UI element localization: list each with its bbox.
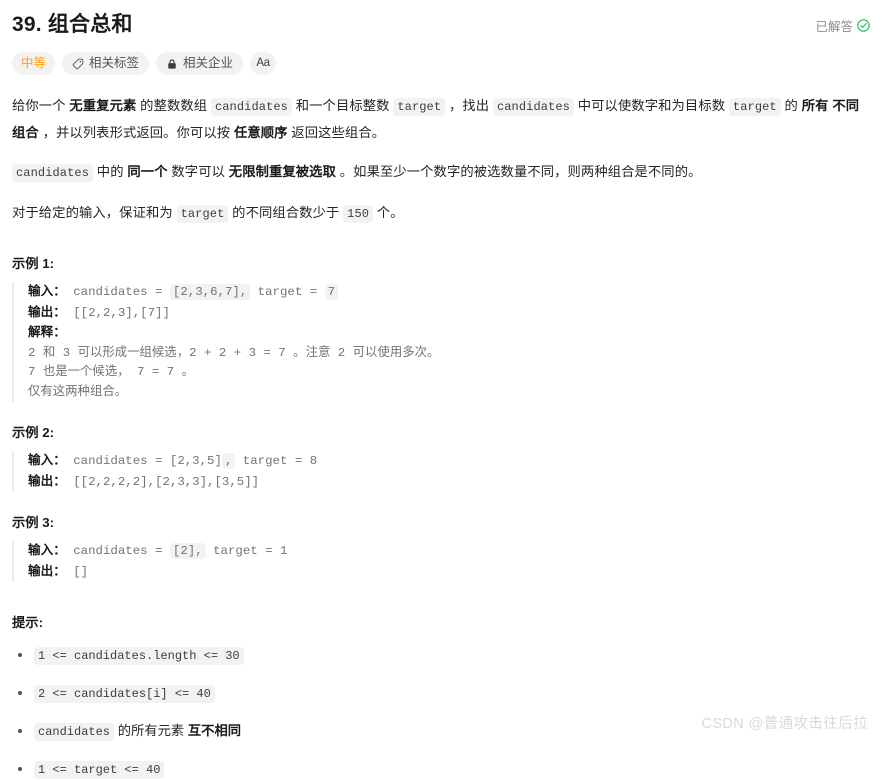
header: 39. 组合总和 已解答 <box>12 10 870 40</box>
text-run: 的整数数组 <box>136 98 211 113</box>
problem-content: 给你一个 无重复元素 的整数数组 candidates 和一个目标整数 targ… <box>12 93 870 780</box>
input-mid: target = <box>250 285 325 299</box>
related-companies-label: 相关企业 <box>183 56 234 70</box>
text-run: 对于给定的输入，保证和为 <box>12 205 177 220</box>
text-run: ，找出 <box>445 98 493 113</box>
font-size-button[interactable]: Aa <box>250 52 277 75</box>
check-circle-icon <box>857 19 870 32</box>
text-run: 给你一个 <box>12 98 70 113</box>
inline-code-candidates: candidates <box>12 164 94 182</box>
constraint-code: candidates <box>34 723 115 741</box>
related-topics-button[interactable]: 相关标签 <box>62 52 150 75</box>
input-label: 输入： <box>28 284 66 298</box>
inline-code-target: target <box>728 98 781 116</box>
list-item: 1 <= candidates.length <= 30 <box>12 645 870 666</box>
input-prefix: candidates = <box>65 544 170 558</box>
list-item: 1 <= target <= 40 <box>12 759 870 780</box>
input-separator: , <box>221 453 236 469</box>
input-prefix: candidates = [2,3,5] <box>65 454 222 468</box>
constraint-emphasis: 互不相同 <box>187 723 242 738</box>
example-block: 输入： candidates = [2,3,5], target = 8 输出：… <box>12 451 870 492</box>
text-run: 个。 <box>373 205 404 220</box>
constraints-title: 提示: <box>12 615 44 630</box>
text-run: 和一个目标整数 <box>291 98 394 113</box>
solved-label: 已解答 <box>815 20 853 34</box>
output-label: 输出： <box>28 563 66 578</box>
example-3: 示例 3: 输入： candidates = [2], target = 1 输… <box>12 512 870 582</box>
input-target-value: 7 <box>324 284 339 300</box>
description-paragraph-3: 对于给定的输入，保证和为 target 的不同组合数少于 150 个。 <box>12 200 870 227</box>
constraint-code: 1 <= candidates.length <= 30 <box>34 647 244 665</box>
inline-code-150: 150 <box>343 205 374 223</box>
explain-line: 仅有这两种组合。 <box>28 384 128 399</box>
emphasis-no-duplicates: 无重复元素 <box>69 98 137 113</box>
lock-icon <box>166 58 178 70</box>
text-run: 返回这些组合。 <box>287 125 386 140</box>
output-value: [[2,2,2,2],[2,3,3],[3,5]] <box>65 474 260 489</box>
inline-code-candidates: candidates <box>492 98 574 116</box>
output-value: [[2,2,3],[7]] <box>65 305 170 320</box>
text-run: 的 <box>780 98 802 113</box>
text-run: 中的 <box>93 164 128 179</box>
status-badge-solved: 已解答 <box>815 10 870 35</box>
emphasis-all: 所有 <box>801 98 829 113</box>
output-label: 输出： <box>28 473 66 488</box>
example-code: 输入： candidates = [2,3,6,7], target = 7 输… <box>28 282 870 402</box>
description-paragraph-1: 给你一个 无重复元素 的整数数组 candidates 和一个目标整数 targ… <box>12 93 870 145</box>
constraint-code: 1 <= target <= 40 <box>34 761 165 779</box>
emphasis-same-number: 同一个 <box>127 164 168 179</box>
explain-label: 解释： <box>28 325 66 339</box>
inline-code-candidates: candidates <box>210 98 292 116</box>
problem-description-panel: 39. 组合总和 已解答 中等 相关标签 相关企业 Aa 给你一个 无重复元素 … <box>0 0 882 779</box>
inline-code-target: target <box>176 205 229 223</box>
difficulty-badge[interactable]: 中等 <box>12 52 56 75</box>
description-paragraph-2: candidates 中的 同一个 数字可以 无限制重复被选取 。如果至少一个数… <box>12 159 870 186</box>
input-candidates-value: [2], <box>169 543 206 559</box>
tag-icon <box>72 58 84 70</box>
example-title: 示例 1: <box>12 256 55 271</box>
example-code: 输入： candidates = [2], target = 1 输出： [] <box>28 541 870 582</box>
output-label: 输出： <box>28 304 66 319</box>
constraint-code: 2 <= candidates[i] <= 40 <box>34 685 215 703</box>
explain-line: 7 也是一个候选， 7 = 7 。 <box>28 365 195 379</box>
input-label: 输入： <box>28 453 66 467</box>
emphasis-unlimited-reuse: 无限制重复被选取 <box>228 164 336 179</box>
page-title: 39. 组合总和 <box>12 13 133 36</box>
input-prefix: candidates = <box>65 285 170 299</box>
example-1: 示例 1: 输入： candidates = [2,3,6,7], target… <box>12 253 870 402</box>
example-2: 示例 2: 输入： candidates = [2,3,5], target =… <box>12 422 870 492</box>
example-code: 输入： candidates = [2,3,5], target = 8 输出：… <box>28 451 870 492</box>
input-mid: target = 8 <box>235 454 318 468</box>
text-run: 中可以使数字和为目标数 <box>573 98 729 113</box>
input-label: 输入： <box>28 543 66 557</box>
input-mid: target = 1 <box>205 544 288 558</box>
input-candidates-value: [2,3,6,7], <box>169 284 251 300</box>
output-value: [] <box>65 564 89 579</box>
list-item: 2 <= candidates[i] <= 40 <box>12 683 870 704</box>
example-title: 示例 3: <box>12 515 55 530</box>
text-run: ，并以列表形式返回。你可以按 <box>38 125 234 140</box>
explain-line: 2 和 3 可以形成一组候选，2 + 2 + 3 = 7 。注意 2 可以使用多… <box>28 345 440 360</box>
tag-row: 中等 相关标签 相关企业 Aa <box>12 52 870 75</box>
emphasis-any-order: 任意顺序 <box>233 125 288 140</box>
watermark: CSDN @普通攻击往后拉 <box>701 716 868 732</box>
related-topics-label: 相关标签 <box>89 56 140 70</box>
font-size-icon: Aa <box>256 57 270 69</box>
example-block: 输入： candidates = [2], target = 1 输出： [] <box>12 541 870 582</box>
text-run: 数字可以 <box>167 164 229 179</box>
text-run: 的不同组合数少于 <box>228 205 344 220</box>
inline-code-target: target <box>393 98 446 116</box>
text-run: 。如果至少一个数字的被选数量不同，则两种组合是不同的。 <box>335 164 702 179</box>
related-companies-button[interactable]: 相关企业 <box>156 52 244 75</box>
difficulty-label: 中等 <box>21 56 47 70</box>
example-title: 示例 2: <box>12 425 55 440</box>
example-block: 输入： candidates = [2,3,6,7], target = 7 输… <box>12 282 870 402</box>
constraint-text: 的所有元素 <box>114 723 188 738</box>
